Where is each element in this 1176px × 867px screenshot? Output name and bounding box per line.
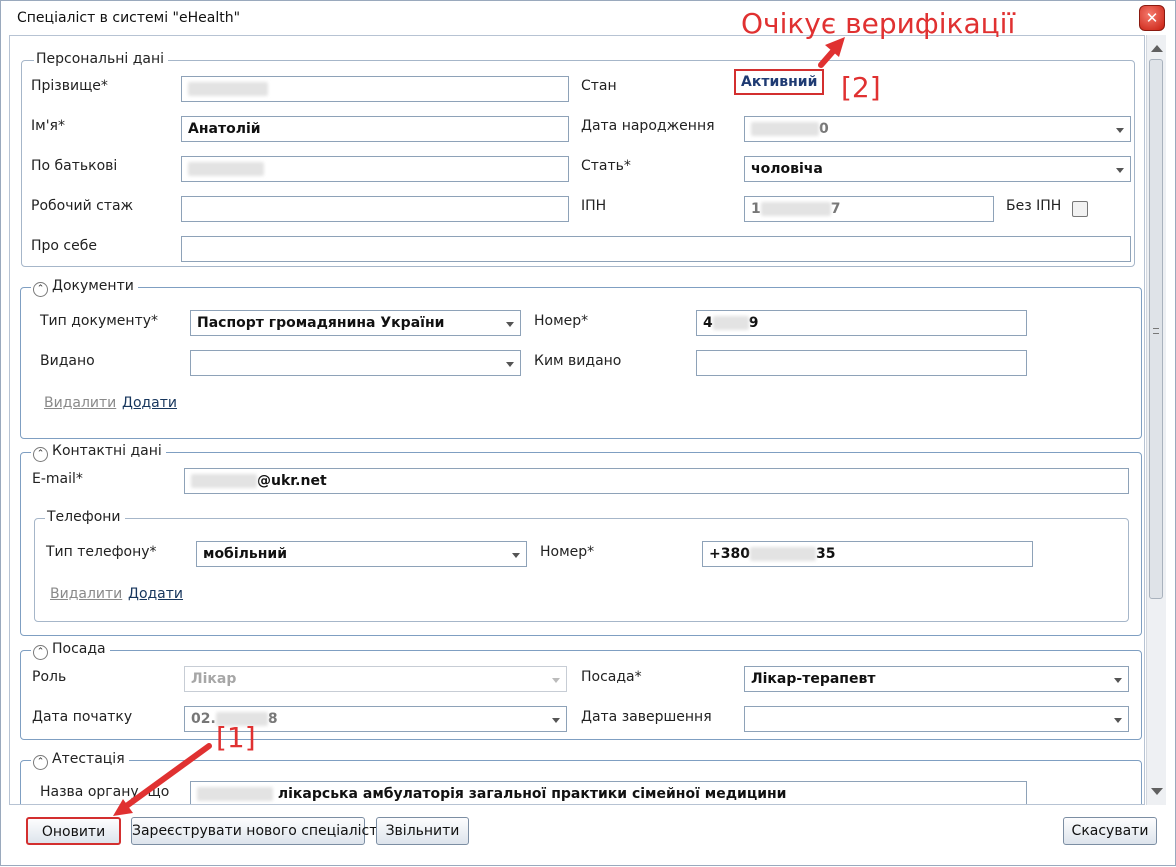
start-date-prefix: 02. xyxy=(191,711,216,727)
email-input[interactable]: @ukr.net xyxy=(184,468,1129,494)
email-suffix: @ukr.net xyxy=(257,473,327,489)
grip-icon xyxy=(1153,328,1159,334)
org-value: лікарська амбулаторія загальної практики… xyxy=(277,786,787,802)
birthdate-picker[interactable]: 0 xyxy=(744,116,1131,142)
status-badge: Активний xyxy=(734,69,825,95)
doc-number-label: Номер* xyxy=(534,313,589,329)
doc-issuer-input[interactable] xyxy=(696,350,1027,376)
documents-legend: ⌃ Документи xyxy=(31,278,138,297)
collapse-position-icon[interactable]: ⌃ xyxy=(33,645,48,660)
doc-add-link[interactable]: Додати xyxy=(122,395,177,411)
name-label: Ім'я* xyxy=(31,118,65,134)
experience-input[interactable] xyxy=(181,196,569,222)
dismiss-button[interactable]: Звільнити xyxy=(376,817,469,845)
patronymic-input[interactable]: ██████ xyxy=(181,156,569,182)
contacts-legend-text: Контактні дані xyxy=(52,443,162,459)
status-label: Стан xyxy=(581,78,617,94)
phone-number-prefix: +380 xyxy=(709,546,750,562)
scroll-down-icon[interactable] xyxy=(1151,788,1163,795)
about-label: Про себе xyxy=(31,238,97,254)
scrollbar-thumb[interactable] xyxy=(1149,59,1163,599)
doc-number-redacted xyxy=(712,316,749,330)
verification-annotation: Очікує верифікації xyxy=(741,7,1016,40)
phone-number-suffix: 35 xyxy=(815,546,836,562)
patronymic-label: По батькові xyxy=(31,158,118,174)
cancel-button[interactable]: Скасувати xyxy=(1063,817,1157,845)
phone-delete-link[interactable]: Видалити xyxy=(50,586,122,602)
vertical-scrollbar[interactable] xyxy=(1146,35,1166,805)
phone-add-link[interactable]: Додати xyxy=(128,586,183,602)
doc-issuer-label: Ким видано xyxy=(534,353,622,369)
birthdate-label: Дата народження xyxy=(581,118,715,134)
dialog-window: Спеціаліст в системі "eHealth" ✕ Персона… xyxy=(0,0,1176,866)
start-date-suffix: 8 xyxy=(267,711,278,727)
end-date-picker[interactable] xyxy=(744,706,1129,732)
name-input[interactable]: Анатолій xyxy=(181,116,569,142)
contacts-legend: ⌃ Контактні дані xyxy=(31,443,166,462)
experience-label: Робочий стаж xyxy=(31,198,134,214)
no-ipn-checkbox[interactable] xyxy=(1072,201,1088,217)
phone-number-input[interactable]: +380 35 xyxy=(702,541,1033,567)
start-date-label: Дата початку xyxy=(32,709,133,725)
email-redacted xyxy=(191,474,257,488)
scroll-up-icon[interactable] xyxy=(1151,45,1163,52)
attestation-legend-text: Атестація xyxy=(52,751,125,767)
ipn-suffix: 7 xyxy=(830,201,841,217)
footer-bar: Оновити Зареєструвати нового спеціаліста… xyxy=(1,807,1175,865)
form-scroll-area: Персональні дані Прізвище* ██████ Ім'я* … xyxy=(9,35,1145,805)
birthdate-redacted xyxy=(751,122,819,136)
position-label: Посада* xyxy=(581,669,642,685)
doc-type-label: Тип документу* xyxy=(40,313,159,329)
personal-data-legend: Персональні дані xyxy=(34,51,169,67)
collapse-documents-icon[interactable]: ⌃ xyxy=(33,282,48,297)
window-title: Спеціаліст в системі "eHealth" xyxy=(17,10,241,26)
phones-group: Телефони xyxy=(34,509,1129,622)
register-specialist-button[interactable]: Зареєструвати нового спеціаліста xyxy=(131,817,386,845)
phone-number-label: Номер* xyxy=(540,544,595,560)
marker-1-annotation: [1] xyxy=(216,721,256,754)
surname-input[interactable]: ██████ xyxy=(181,76,569,102)
email-label: E-mail* xyxy=(32,471,83,487)
surname-label: Прізвище* xyxy=(31,78,108,94)
doc-delete-link[interactable]: Видалити xyxy=(44,395,116,411)
birthdate-suffix: 0 xyxy=(819,121,829,137)
position-select[interactable]: Лікар-терапевт xyxy=(744,666,1129,692)
phones-legend: Телефони xyxy=(45,509,125,525)
documents-legend-text: Документи xyxy=(52,278,134,294)
ipn-label: ІПН xyxy=(581,198,607,214)
org-input[interactable]: лікарська амбулаторія загальної практики… xyxy=(190,781,1027,804)
ipn-prefix: 1 xyxy=(751,201,761,217)
org-redacted xyxy=(197,787,273,801)
update-button[interactable]: Оновити xyxy=(26,817,121,845)
org-label: Назва органу, що xyxy=(40,784,170,800)
doc-number-suffix: 9 xyxy=(748,315,759,331)
surname-redacted: ██████ xyxy=(188,82,268,96)
role-select: Лікар xyxy=(184,666,567,692)
position-legend: ⌃ Посада xyxy=(31,641,110,660)
doc-issued-date[interactable] xyxy=(190,350,521,376)
role-label: Роль xyxy=(32,669,67,685)
gender-select[interactable]: чоловіча xyxy=(744,156,1131,182)
marker-2-annotation: [2] xyxy=(841,71,881,104)
doc-type-select[interactable]: Паспорт громадянина України xyxy=(190,310,521,336)
collapse-attestation-icon[interactable]: ⌃ xyxy=(33,755,48,770)
patronymic-redacted: ██████ xyxy=(188,162,264,176)
gender-label: Стать* xyxy=(581,158,631,174)
end-date-label: Дата завершення xyxy=(581,709,712,725)
close-icon[interactable]: ✕ xyxy=(1139,5,1165,31)
ipn-input[interactable]: 17 xyxy=(744,196,994,222)
position-legend-text: Посада xyxy=(52,641,106,657)
attestation-legend: ⌃ Атестація xyxy=(31,751,129,770)
about-input[interactable] xyxy=(181,236,1131,262)
ipn-redacted xyxy=(760,202,831,216)
doc-number-prefix: 4 xyxy=(703,315,713,331)
collapse-contacts-icon[interactable]: ⌃ xyxy=(33,447,48,462)
doc-issued-label: Видано xyxy=(40,353,95,369)
phone-type-label: Тип телефону* xyxy=(46,544,157,560)
no-ipn-label: Без ІПН xyxy=(1006,198,1062,214)
phone-type-select[interactable]: мобільний xyxy=(196,541,527,567)
phone-number-redacted xyxy=(749,547,816,561)
doc-number-input[interactable]: 49 xyxy=(696,310,1027,336)
